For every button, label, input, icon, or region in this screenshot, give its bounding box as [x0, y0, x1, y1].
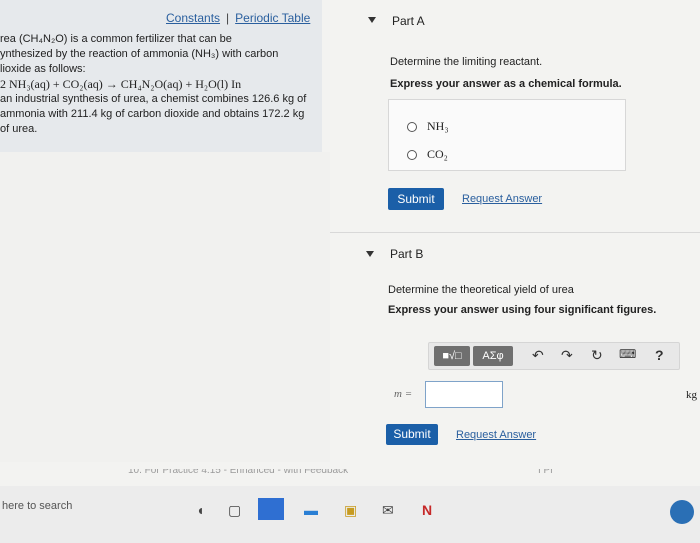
task-view-icon[interactable]: ▢	[228, 502, 241, 519]
problem-line: of urea.	[0, 123, 38, 135]
problem-line: ynthesized by the reaction of ammonia (N…	[0, 48, 279, 60]
choice-nh3[interactable]: NH₃	[407, 119, 449, 134]
keyboard-icon[interactable]: ⌨	[619, 347, 636, 361]
netflix-icon[interactable]: N	[422, 502, 432, 518]
collapse-part-a-icon[interactable]	[368, 17, 376, 23]
help-center-icon[interactable]	[670, 500, 694, 524]
choice-co2[interactable]: CO₂	[407, 147, 448, 162]
part-a-submit-button[interactable]: Submit	[388, 188, 444, 210]
reset-icon[interactable]: ↻	[591, 347, 603, 364]
active-app-icon[interactable]	[258, 498, 284, 520]
mail-icon[interactable]: ✉	[382, 502, 394, 519]
os-taskbar: here to search ◖ ▢ ▬ ▣ ✉ N	[0, 486, 700, 543]
theoretical-yield-input[interactable]	[425, 381, 503, 408]
choice-label: CO₂	[427, 147, 448, 161]
help-icon[interactable]: ?	[655, 347, 664, 363]
collapse-part-b-icon[interactable]	[366, 251, 374, 257]
part-a-title: Part A	[392, 14, 425, 28]
part-b-format-hint: Express your answer using four significa…	[388, 304, 657, 316]
redo-icon[interactable]: ↷	[561, 347, 573, 364]
undo-icon[interactable]: ↶	[532, 347, 544, 364]
problem-line: rea (CH₄N₂O) is a common fertilizer that…	[0, 33, 232, 45]
math-toolbar: ■√□ ΑΣφ ↶ ↷ ↻ ⌨ ?	[428, 342, 680, 370]
periodic-table-link[interactable]: Periodic Table	[235, 11, 310, 25]
radio-icon[interactable]	[407, 150, 417, 161]
part-a-format-hint: Express your answer as a chemical formul…	[390, 78, 622, 90]
link-separator: |	[226, 11, 230, 25]
part-b-instruction: Determine the theoretical yield of urea	[388, 284, 574, 296]
choice-label: NH₃	[427, 119, 449, 133]
file-explorer-icon[interactable]: ▬	[304, 502, 318, 518]
assignment-footer-text: 10. For Practice 4.15 - Enhanced - with …	[128, 465, 349, 476]
resource-links: Constants | Periodic Table	[166, 11, 310, 25]
radio-icon[interactable]	[407, 122, 417, 133]
reaction-equation: 2 NH₃(aq) + CO₂(aq) → CH₄N₂O(aq) + H₂O(l…	[0, 77, 242, 91]
footer-partial-text: I Pr	[538, 465, 554, 476]
part-a-request-answer-link[interactable]: Request Answer	[462, 193, 542, 205]
part-b-submit-button[interactable]: Submit	[386, 424, 438, 445]
problem-line: lioxide as follows:	[0, 63, 86, 75]
part-b-request-answer-link[interactable]: Request Answer	[456, 429, 536, 441]
constants-link[interactable]: Constants	[166, 11, 220, 25]
left-blank-area	[0, 152, 330, 462]
microphone-icon[interactable]: ◖	[196, 502, 204, 518]
problem-line: an industrial synthesis of urea, a chemi…	[0, 93, 307, 105]
problem-statement: rea (CH₄N₂O) is a common fertilizer that…	[0, 32, 318, 137]
answer-choices: NH₃ CO₂	[388, 99, 626, 171]
part-b-title: Part B	[390, 247, 424, 261]
section-divider	[330, 232, 700, 233]
part-a-instruction: Determine the limiting reactant.	[390, 56, 543, 68]
greek-symbols-button[interactable]: ΑΣφ	[473, 346, 513, 366]
templates-button[interactable]: ■√□	[434, 346, 470, 366]
store-icon[interactable]: ▣	[344, 502, 357, 519]
problem-line: ammonia with 211.4 kg of carbon dioxide …	[0, 108, 305, 120]
search-box[interactable]: here to search	[2, 500, 72, 512]
unit-label: kg	[686, 389, 697, 401]
variable-label: m =	[394, 388, 413, 400]
